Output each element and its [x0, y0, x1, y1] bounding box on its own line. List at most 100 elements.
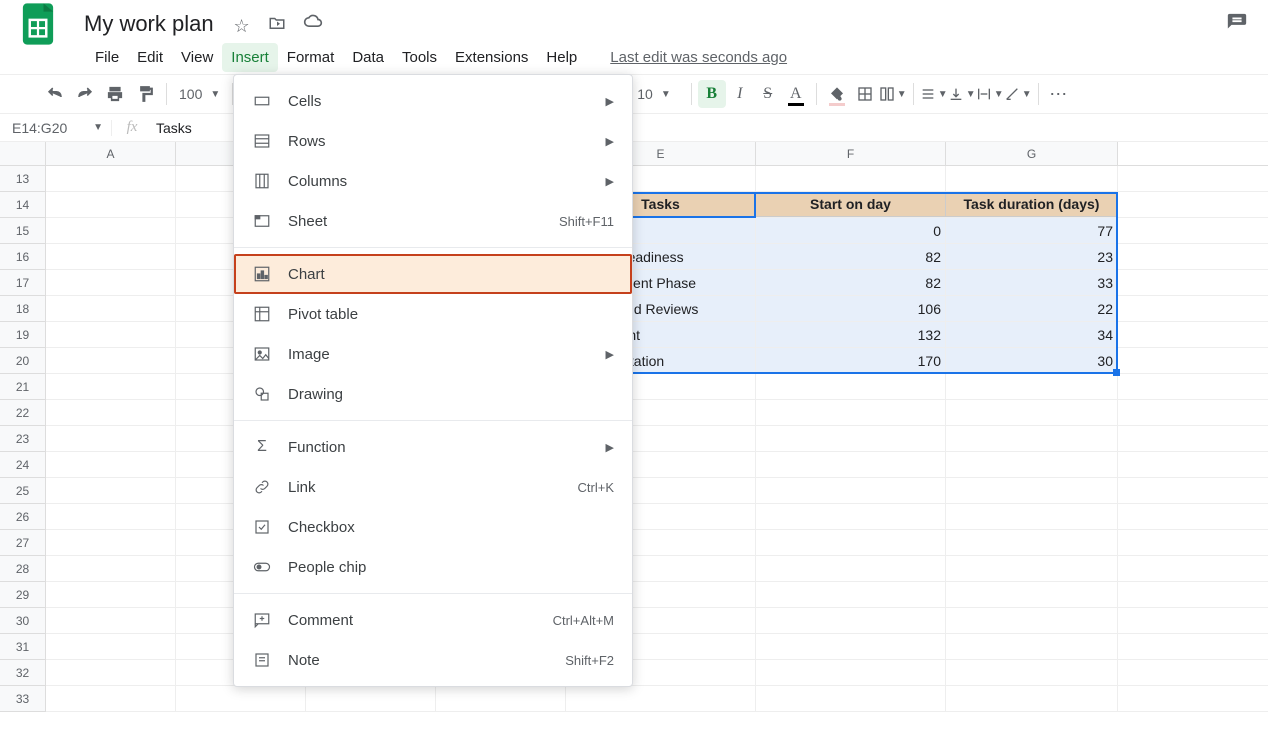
valign-button[interactable]: ▼: [948, 80, 976, 108]
cell-F24[interactable]: [756, 452, 946, 477]
cell-G19[interactable]: 34: [946, 322, 1118, 347]
cell-G26[interactable]: [946, 504, 1118, 529]
cell-F18[interactable]: 106: [756, 296, 946, 321]
name-box[interactable]: E14:G20 ▼: [0, 120, 112, 136]
insert-chart[interactable]: Chart: [234, 254, 632, 294]
cell-F33[interactable]: [756, 686, 946, 711]
cell-G21[interactable]: [946, 374, 1118, 399]
star-icon[interactable]: ☆: [226, 16, 258, 37]
cell-G15[interactable]: 77: [946, 218, 1118, 243]
cell-F23[interactable]: [756, 426, 946, 451]
cell-G14[interactable]: Task duration (days): [946, 192, 1118, 217]
cell-F22[interactable]: [756, 400, 946, 425]
cell-G32[interactable]: [946, 660, 1118, 685]
row-header-15[interactable]: 15: [0, 218, 45, 244]
cell-F28[interactable]: [756, 556, 946, 581]
document-title[interactable]: My work plan: [78, 9, 220, 39]
cell-C33[interactable]: [306, 686, 436, 711]
cell-A14[interactable]: [46, 192, 176, 217]
row-header-14[interactable]: 14: [0, 192, 45, 218]
menu-tools[interactable]: Tools: [393, 43, 446, 72]
row-header-18[interactable]: 18: [0, 296, 45, 322]
cell-A22[interactable]: [46, 400, 176, 425]
cell-F27[interactable]: [756, 530, 946, 555]
rotate-button[interactable]: ▼: [1004, 80, 1032, 108]
menu-help[interactable]: Help: [537, 43, 586, 72]
cell-G27[interactable]: [946, 530, 1118, 555]
bold-button[interactable]: B: [698, 80, 726, 108]
merge-button[interactable]: ▼: [879, 80, 907, 108]
cell-F15[interactable]: 0: [756, 218, 946, 243]
text-color-button[interactable]: A: [782, 80, 810, 108]
row-header-33[interactable]: 33: [0, 686, 45, 712]
cell-A16[interactable]: [46, 244, 176, 269]
spreadsheet-grid[interactable]: 1314151617181920212223242526272829303132…: [0, 142, 1268, 736]
cell-B33[interactable]: [176, 686, 306, 711]
row-header-27[interactable]: 27: [0, 530, 45, 556]
cell-F14[interactable]: Start on day: [756, 192, 946, 217]
comment-history-icon[interactable]: [1226, 12, 1260, 37]
cell-G22[interactable]: [946, 400, 1118, 425]
cell-A25[interactable]: [46, 478, 176, 503]
cell-F16[interactable]: 82: [756, 244, 946, 269]
insert-function[interactable]: ΣFunction▶: [234, 427, 632, 467]
menu-edit[interactable]: Edit: [128, 43, 172, 72]
cell-D33[interactable]: [436, 686, 566, 711]
cell-A13[interactable]: [46, 166, 176, 191]
insert-people[interactable]: People chip: [234, 547, 632, 587]
cell-A15[interactable]: [46, 218, 176, 243]
cell-G24[interactable]: [946, 452, 1118, 477]
row-headers[interactable]: 1314151617181920212223242526272829303132…: [0, 166, 46, 712]
cell-G13[interactable]: [946, 166, 1118, 191]
row-header-23[interactable]: 23: [0, 426, 45, 452]
menu-data[interactable]: Data: [343, 43, 393, 72]
row-header-24[interactable]: 24: [0, 452, 45, 478]
row-header-13[interactable]: 13: [0, 166, 45, 192]
cell-F21[interactable]: [756, 374, 946, 399]
last-edit-link[interactable]: Last edit was seconds ago: [610, 49, 787, 66]
cell-G20[interactable]: 30: [946, 348, 1118, 373]
insert-comment[interactable]: CommentCtrl+Alt+M: [234, 600, 632, 640]
insert-rows[interactable]: Rows▶: [234, 121, 632, 161]
cell-A26[interactable]: [46, 504, 176, 529]
row-header-16[interactable]: 16: [0, 244, 45, 270]
row-header-22[interactable]: 22: [0, 400, 45, 426]
print-button[interactable]: [100, 79, 130, 109]
cloud-status-icon[interactable]: [297, 12, 329, 32]
cell-G30[interactable]: [946, 608, 1118, 633]
cell-G18[interactable]: 22: [946, 296, 1118, 321]
cell-F17[interactable]: 82: [756, 270, 946, 295]
cell-A17[interactable]: [46, 270, 176, 295]
move-icon[interactable]: [261, 14, 293, 32]
cell-A33[interactable]: [46, 686, 176, 711]
borders-button[interactable]: [851, 80, 879, 108]
cell-G31[interactable]: [946, 634, 1118, 659]
cell-F25[interactable]: [756, 478, 946, 503]
col-header-F[interactable]: F: [756, 142, 946, 165]
cell-A21[interactable]: [46, 374, 176, 399]
row-header-17[interactable]: 17: [0, 270, 45, 296]
cell-G16[interactable]: 23: [946, 244, 1118, 269]
zoom-select[interactable]: 100▼: [173, 86, 226, 102]
cell-F30[interactable]: [756, 608, 946, 633]
insert-note[interactable]: NoteShift+F2: [234, 640, 632, 680]
cell-E33[interactable]: [566, 686, 756, 711]
wrap-button[interactable]: ▼: [976, 80, 1004, 108]
cells-area[interactable]: TasksStart on dayTask duration (days)Sou…: [46, 166, 1268, 736]
row-header-31[interactable]: 31: [0, 634, 45, 660]
cell-A32[interactable]: [46, 660, 176, 685]
cell-A30[interactable]: [46, 608, 176, 633]
insert-image[interactable]: Image▶: [234, 334, 632, 374]
row-header-21[interactable]: 21: [0, 374, 45, 400]
cell-A31[interactable]: [46, 634, 176, 659]
paint-format-button[interactable]: [130, 79, 160, 109]
column-headers[interactable]: ABCDEFG: [46, 142, 1268, 166]
row-header-28[interactable]: 28: [0, 556, 45, 582]
select-all-corner[interactable]: [0, 142, 46, 166]
row-header-30[interactable]: 30: [0, 608, 45, 634]
col-header-A[interactable]: A: [46, 142, 176, 165]
row-header-19[interactable]: 19: [0, 322, 45, 348]
cell-A27[interactable]: [46, 530, 176, 555]
insert-columns[interactable]: Columns▶: [234, 161, 632, 201]
row-header-20[interactable]: 20: [0, 348, 45, 374]
